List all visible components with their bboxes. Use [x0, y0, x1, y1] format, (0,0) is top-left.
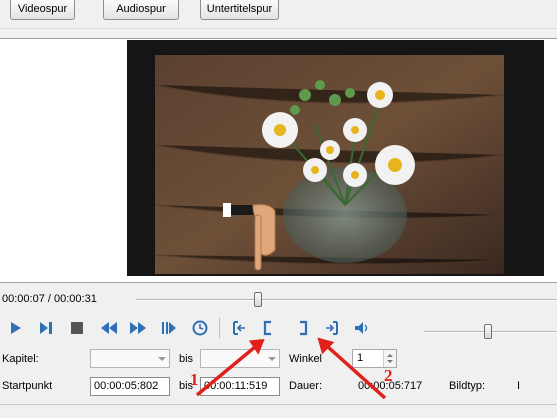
winkel-label: Winkel	[289, 353, 323, 365]
skip-keyframe-icon	[162, 322, 176, 334]
spin-buttons[interactable]	[383, 350, 396, 367]
set-start-marker-button[interactable]	[258, 318, 278, 338]
goto-start-marker-button[interactable]	[229, 318, 249, 338]
spin-arrows-icon	[387, 354, 393, 363]
goto-time-button[interactable]	[190, 318, 210, 338]
winkel-value: 1	[357, 352, 364, 364]
end-bracket-icon	[300, 320, 308, 336]
chevron-down-icon	[158, 357, 166, 361]
goto-start-bracket-icon	[233, 321, 245, 335]
next-keyframe-button[interactable]	[159, 318, 179, 338]
toolbar-divider	[219, 318, 220, 338]
play-button[interactable]	[6, 318, 26, 338]
next-frame-button[interactable]	[36, 318, 56, 338]
stop-button[interactable]	[67, 318, 87, 338]
step-forward-icon	[40, 322, 52, 334]
volume-thumb[interactable]	[484, 324, 492, 339]
goto-end-marker-button[interactable]	[322, 318, 342, 338]
fast-forward-icon	[130, 322, 146, 334]
kapitel-label: Kapitel:	[2, 353, 39, 365]
play-icon	[11, 322, 21, 334]
set-end-marker-button[interactable]	[293, 318, 313, 338]
divider	[0, 404, 557, 405]
tab-untertitelspur[interactable]: Untertitelspur	[200, 0, 279, 20]
tab-audiospur[interactable]: Audiospur	[103, 0, 179, 20]
speaker-icon	[355, 322, 368, 334]
seek-bar[interactable]	[136, 299, 557, 301]
rewind-button[interactable]	[99, 318, 119, 338]
kapitel-end-combo[interactable]	[200, 349, 280, 368]
volume-button[interactable]	[352, 318, 372, 338]
endpunkt-field[interactable]: 00:00:11:519	[200, 377, 280, 396]
kapitel-start-combo[interactable]	[90, 349, 170, 368]
winkel-spinner[interactable]: 1	[352, 349, 397, 368]
chevron-down-icon	[268, 357, 276, 361]
tab-videospur[interactable]: Videospur	[10, 0, 75, 20]
bildtyp-label: Bildtyp:	[449, 380, 486, 392]
dauer-value: 00:00:05:717	[358, 380, 423, 392]
bis-label-startpunkt: bis	[179, 380, 194, 392]
bildtyp-value: I	[517, 380, 521, 392]
goto-end-bracket-icon	[326, 321, 338, 335]
arrowhead-2-icon	[317, 337, 335, 355]
startpunkt-field[interactable]: 00:00:05:802	[90, 377, 170, 396]
startpunkt-label: Startpunkt	[2, 380, 53, 392]
fast-forward-button[interactable]	[128, 318, 148, 338]
clock-icon	[192, 320, 208, 336]
video-frame-image	[155, 55, 504, 274]
rewind-icon	[101, 322, 117, 334]
dauer-label: Dauer:	[289, 380, 323, 392]
start-bracket-icon	[263, 320, 271, 336]
time-display: 00:00:07 / 00:00:31	[2, 293, 97, 305]
bis-label-kapitel: bis	[179, 353, 194, 365]
stop-icon	[71, 322, 83, 334]
seek-thumb[interactable]	[254, 292, 262, 307]
